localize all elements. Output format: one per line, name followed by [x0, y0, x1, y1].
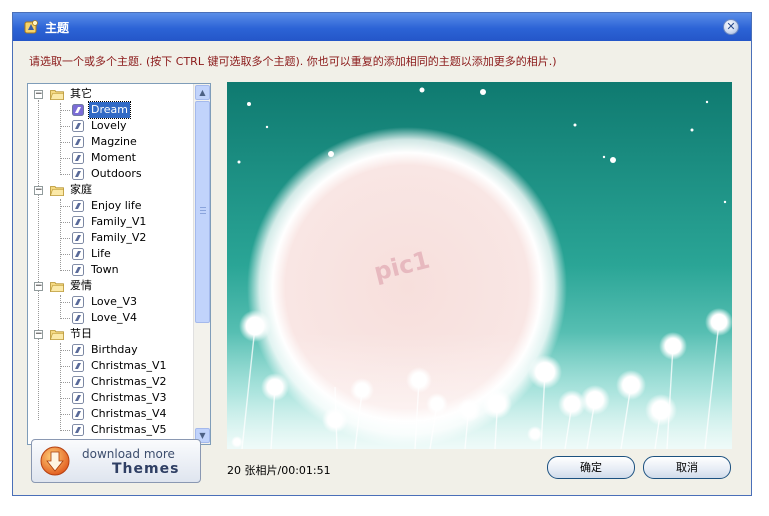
tree-connector [60, 103, 61, 175]
tree-item-label: Christmas_V5 [91, 423, 167, 436]
theme-icon [72, 312, 84, 324]
tree-item-label: Life [91, 247, 111, 260]
tree-connector [60, 295, 61, 319]
tree-item-label: Family_V1 [91, 215, 147, 228]
tree-item[interactable]: Enjoy life [28, 198, 194, 214]
folder-open-icon [50, 186, 64, 196]
tree-item-label: Birthday [91, 343, 138, 356]
theme-icon [72, 248, 84, 260]
ground-fog [227, 332, 732, 449]
tree-item-label: Love_V4 [91, 311, 137, 324]
tree-item-label: Christmas_V2 [91, 375, 167, 388]
tree-item-label: Love_V3 [91, 295, 137, 308]
theme-preview: pic1 [227, 82, 732, 449]
tree-group[interactable]: − 节日 [28, 326, 194, 342]
theme-icon [72, 152, 84, 164]
theme-icon [72, 104, 84, 116]
tree-item[interactable]: Christmas_V5 [28, 422, 194, 438]
tree-item-label: Outdoors [91, 167, 142, 180]
theme-icon [72, 120, 84, 132]
download-line1: download more [82, 447, 175, 461]
tree-item[interactable]: Birthday [28, 342, 194, 358]
theme-tree-list: − 其它 Dream Lovely Magzine Moment Outdoors − 家庭 En… [28, 86, 194, 438]
collapse-toggle[interactable]: − [34, 186, 43, 195]
close-button[interactable]: ✕ [723, 19, 739, 35]
tree-item-label: Christmas_V1 [91, 359, 167, 372]
tree-item[interactable]: Lovely [28, 118, 194, 134]
grip-line [200, 210, 206, 211]
tree-item-label: Enjoy life [91, 199, 142, 212]
tree-item[interactable]: Life [28, 246, 194, 262]
theme-icon [72, 392, 84, 404]
folder-open-icon [50, 330, 64, 340]
tree-group[interactable]: − 其它 [28, 86, 194, 102]
scroll-thumb[interactable] [195, 101, 210, 323]
theme-icon [72, 232, 84, 244]
grip-line [200, 213, 206, 214]
tree-item[interactable]: Moment [28, 150, 194, 166]
tree-item[interactable]: Love_V3 [28, 294, 194, 310]
theme-icon [72, 216, 84, 228]
instruction-text: 请选取一个或多个主题. (按下 CTRL 键可选取多个主题). 你也可以重复的添… [29, 55, 557, 68]
theme-icon [72, 360, 84, 372]
theme-icon [24, 20, 38, 34]
preview-image: pic1 [227, 82, 732, 449]
download-line2: Themes [112, 461, 180, 477]
tree-item[interactable]: Christmas_V4 [28, 406, 194, 422]
tree-item[interactable]: Magzine [28, 134, 194, 150]
tree-connector [60, 343, 61, 431]
tree-item[interactable]: Christmas_V3 [28, 390, 194, 406]
tree-item-label: Family_V2 [91, 231, 147, 244]
theme-icon [72, 296, 84, 308]
ok-button[interactable]: 确定 [547, 456, 635, 479]
collapse-toggle[interactable]: − [34, 90, 43, 99]
tree-item-label: Dream [88, 101, 131, 119]
theme-icon [72, 264, 84, 276]
tree-item[interactable]: Dream [28, 101, 194, 119]
tree-item[interactable]: Family_V1 [28, 214, 194, 230]
tree-group-label: 家庭 [70, 183, 92, 196]
tree-item-label: Lovely [91, 119, 127, 132]
collapse-toggle[interactable]: − [34, 330, 43, 339]
tree-group-label: 节日 [70, 327, 92, 340]
tree-group-label: 爱情 [70, 279, 92, 292]
theme-icon [72, 424, 84, 436]
tree-group[interactable]: − 家庭 [28, 182, 194, 198]
tree-group[interactable]: − 爱情 [28, 278, 194, 294]
theme-dialog: 主题 ✕ 请选取一个或多个主题. (按下 CTRL 键可选取多个主题). 你也可… [12, 12, 752, 496]
close-icon: ✕ [726, 20, 736, 33]
theme-icon [72, 136, 84, 148]
tree-item-label: Magzine [91, 135, 137, 148]
theme-icon [72, 408, 84, 420]
theme-icon [72, 344, 84, 356]
tree-item-label: Town [91, 263, 119, 276]
tree-connector [60, 199, 61, 271]
tree-item[interactable]: Love_V4 [28, 310, 194, 326]
tree-scrollbar[interactable]: ▲ ▼ [193, 84, 210, 444]
cancel-button[interactable]: 取消 [643, 456, 731, 479]
download-arrow-icon [40, 446, 70, 476]
tree-item-label: Christmas_V4 [91, 407, 167, 420]
scroll-up-button[interactable]: ▲ [195, 85, 210, 100]
collapse-toggle[interactable]: − [34, 282, 43, 291]
folder-open-icon [50, 282, 64, 292]
photo-count-duration: 20 张相片/00:01:51 [227, 464, 331, 477]
tree-item[interactable]: Christmas_V2 [28, 374, 194, 390]
folder-open-icon [50, 90, 64, 100]
theme-icon [72, 376, 84, 388]
title-bar[interactable]: 主题 ✕ [13, 13, 751, 41]
tree-item[interactable]: Christmas_V1 [28, 358, 194, 374]
tree-group-label: 其它 [70, 87, 92, 100]
tree-item-label: Christmas_V3 [91, 391, 167, 404]
tree-item[interactable]: Town [28, 262, 194, 278]
tree-item[interactable]: Outdoors [28, 166, 194, 182]
download-more-themes-button[interactable]: download more Themes [31, 439, 201, 483]
dialog-title: 主题 [45, 21, 70, 35]
theme-tree[interactable]: − 其它 Dream Lovely Magzine Moment Outdoors − 家庭 En… [27, 83, 211, 445]
tree-item[interactable]: Family_V2 [28, 230, 194, 246]
grip-line [200, 207, 206, 208]
theme-icon [72, 200, 84, 212]
tree-item-label: Moment [91, 151, 136, 164]
theme-icon [72, 168, 84, 180]
